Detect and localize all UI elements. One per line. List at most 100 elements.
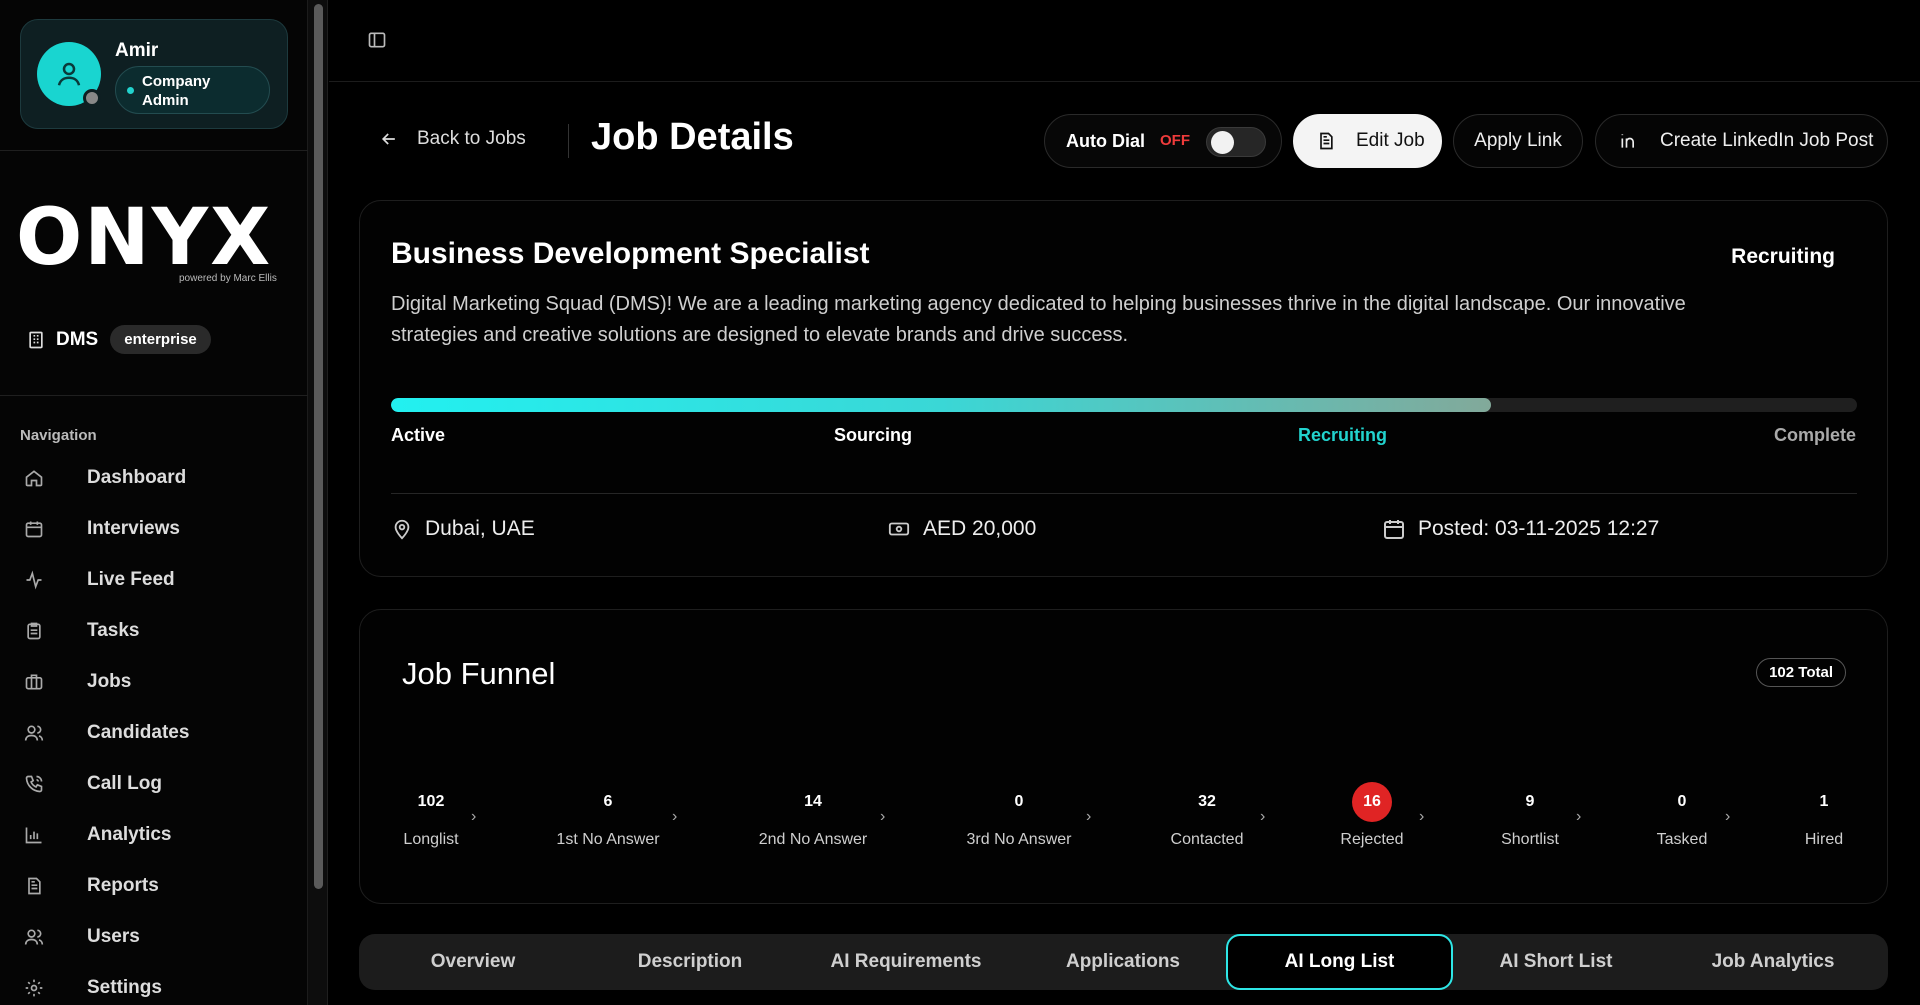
user-name: Amir — [115, 40, 159, 61]
users-icon — [20, 721, 48, 745]
sidebar-item-call-log[interactable]: Call Log — [20, 764, 290, 804]
linkedin-icon — [1618, 131, 1640, 151]
back-to-jobs-link[interactable]: Back to Jobs — [379, 128, 526, 150]
funnel-stage-1st-no-answer[interactable]: 6 1st No Answer — [543, 782, 673, 849]
sidebar-item-reports[interactable]: Reports — [20, 866, 290, 906]
gear-icon — [20, 976, 48, 1000]
chevron-right-icon: › — [672, 808, 678, 825]
role-badge: Company Admin — [115, 66, 270, 114]
funnel-label: Hired — [1804, 831, 1844, 848]
org-name: DMS — [56, 328, 99, 350]
toggle-knob — [1211, 131, 1234, 154]
user-card[interactable]: Amir Company Admin — [20, 19, 288, 129]
document-icon — [1316, 131, 1336, 151]
job-card-divider — [391, 493, 1857, 494]
sidebar-item-label: Candidates — [87, 722, 190, 743]
presence-indicator — [83, 89, 101, 107]
auto-dial-label: Auto Dial — [1066, 131, 1145, 151]
arrow-left-icon — [381, 133, 395, 145]
tab-ai-short-list[interactable]: AI Short List — [1456, 934, 1656, 990]
funnel-stage-2nd-no-answer[interactable]: 14 2nd No Answer — [748, 782, 878, 849]
sidebar-item-dashboard[interactable]: Dashboard — [20, 458, 290, 498]
chevron-right-icon: › — [880, 808, 886, 825]
scrollbar-thumb[interactable] — [314, 4, 323, 889]
sidebar-item-label: Dashboard — [87, 467, 187, 488]
funnel-stage-contacted[interactable]: 32 Contacted — [1142, 782, 1272, 849]
sidebar-item-jobs[interactable]: Jobs — [20, 662, 290, 702]
sidebar-item-label: Tasks — [87, 620, 140, 641]
header-divider — [568, 124, 569, 158]
job-posted-date: Posted: 03-11-2025 12:27 — [1382, 517, 1659, 541]
linkedin-post-label: Create LinkedIn Job Post — [1660, 130, 1874, 151]
sidebar-item-interviews[interactable]: Interviews — [20, 509, 290, 549]
create-linkedin-post-button[interactable]: Create LinkedIn Job Post — [1595, 114, 1888, 168]
funnel-label: Contacted — [1170, 831, 1244, 848]
funnel-count: 16 — [1352, 782, 1392, 822]
funnel-count: 14 — [804, 793, 822, 810]
logo-subtitle: powered by Marc Ellis — [179, 273, 277, 284]
sidebar: Amir Company Admin ONYX powered by Marc … — [0, 0, 308, 1005]
tab-overview[interactable]: Overview — [373, 934, 573, 990]
job-salary: AED 20,000 — [887, 517, 1036, 541]
funnel-label: 2nd No Answer — [758, 831, 868, 848]
funnel-count: 1 — [1819, 793, 1829, 810]
sidebar-item-label: Reports — [87, 875, 159, 896]
stage-complete: Complete — [1773, 425, 1856, 445]
sidebar-toggle-icon[interactable] — [367, 30, 387, 55]
apply-link-label: Apply Link — [1474, 130, 1562, 151]
chevron-right-icon: › — [1086, 808, 1092, 825]
funnel-stage-hired[interactable]: 1 Hired — [1759, 782, 1889, 849]
sidebar-item-settings[interactable]: Settings — [20, 968, 290, 1005]
sidebar-item-label: Live Feed — [87, 569, 175, 590]
sidebar-item-label: Jobs — [87, 671, 132, 692]
tab-ai-long-list[interactable]: AI Long List — [1226, 934, 1453, 990]
funnel-stage-longlist[interactable]: 102 Longlist — [366, 782, 496, 849]
tab-applications[interactable]: Applications — [1023, 934, 1223, 990]
sidebar-item-users[interactable]: Users — [20, 917, 290, 957]
sidebar-item-tasks[interactable]: Tasks — [20, 611, 290, 651]
logo-text: ONYX — [16, 193, 273, 283]
funnel-label: 1st No Answer — [556, 831, 660, 848]
posted-text: Posted: 03-11-2025 12:27 — [1418, 517, 1660, 540]
chevron-right-icon: › — [1725, 808, 1731, 825]
chevron-right-icon: › — [1260, 808, 1266, 825]
funnel-title: Job Funnel — [402, 656, 556, 691]
map-pin-icon — [394, 519, 410, 540]
funnel-label: Rejected — [1340, 831, 1404, 848]
users-icon — [20, 925, 48, 949]
job-funnel-card: Job Funnel 102 Total 102 Longlist › 6 1s… — [359, 609, 1888, 904]
tab-description[interactable]: Description — [590, 934, 790, 990]
home-icon — [20, 466, 48, 490]
money-icon — [888, 522, 910, 536]
sidebar-item-label: Interviews — [87, 518, 180, 539]
auto-dial-toggle[interactable] — [1206, 127, 1266, 157]
job-location: Dubai, UAE — [391, 517, 535, 541]
nav-title: Navigation — [20, 427, 97, 444]
tab-job-analytics[interactable]: Job Analytics — [1673, 934, 1873, 990]
sidebar-item-label: Call Log — [87, 773, 162, 794]
top-bar — [329, 0, 1920, 82]
apply-link-button[interactable]: Apply Link — [1453, 114, 1583, 168]
bar-chart-icon — [20, 823, 48, 847]
funnel-stage-3rd-no-answer[interactable]: 0 3rd No Answer — [954, 782, 1084, 849]
sidebar-item-live-feed[interactable]: Live Feed — [20, 560, 290, 600]
sidebar-item-candidates[interactable]: Candidates — [20, 713, 290, 753]
briefcase-icon — [20, 670, 48, 694]
edit-job-button[interactable]: Edit Job — [1293, 114, 1442, 168]
sidebar-item-analytics[interactable]: Analytics — [20, 815, 290, 855]
sidebar-scrollbar[interactable] — [308, 0, 328, 1005]
salary-text: AED 20,000 — [923, 517, 1037, 540]
tab-ai-requirements[interactable]: AI Requirements — [806, 934, 1006, 990]
file-icon — [20, 874, 48, 898]
org-selector[interactable]: DMS enterprise — [26, 325, 211, 354]
chevron-right-icon: › — [471, 808, 477, 825]
chevron-right-icon: › — [1419, 808, 1425, 825]
activity-icon — [20, 568, 48, 592]
stage-recruiting: Recruiting — [1298, 425, 1388, 445]
app-root: Amir Company Admin ONYX powered by Marc … — [0, 0, 1920, 1005]
role-label: Company Admin — [142, 73, 211, 109]
back-label: Back to Jobs — [417, 128, 526, 149]
funnel-stage-rejected[interactable]: 16 Rejected — [1307, 782, 1437, 849]
funnel-count: 0 — [1014, 793, 1024, 810]
job-title: Business Development Specialist — [391, 237, 870, 270]
